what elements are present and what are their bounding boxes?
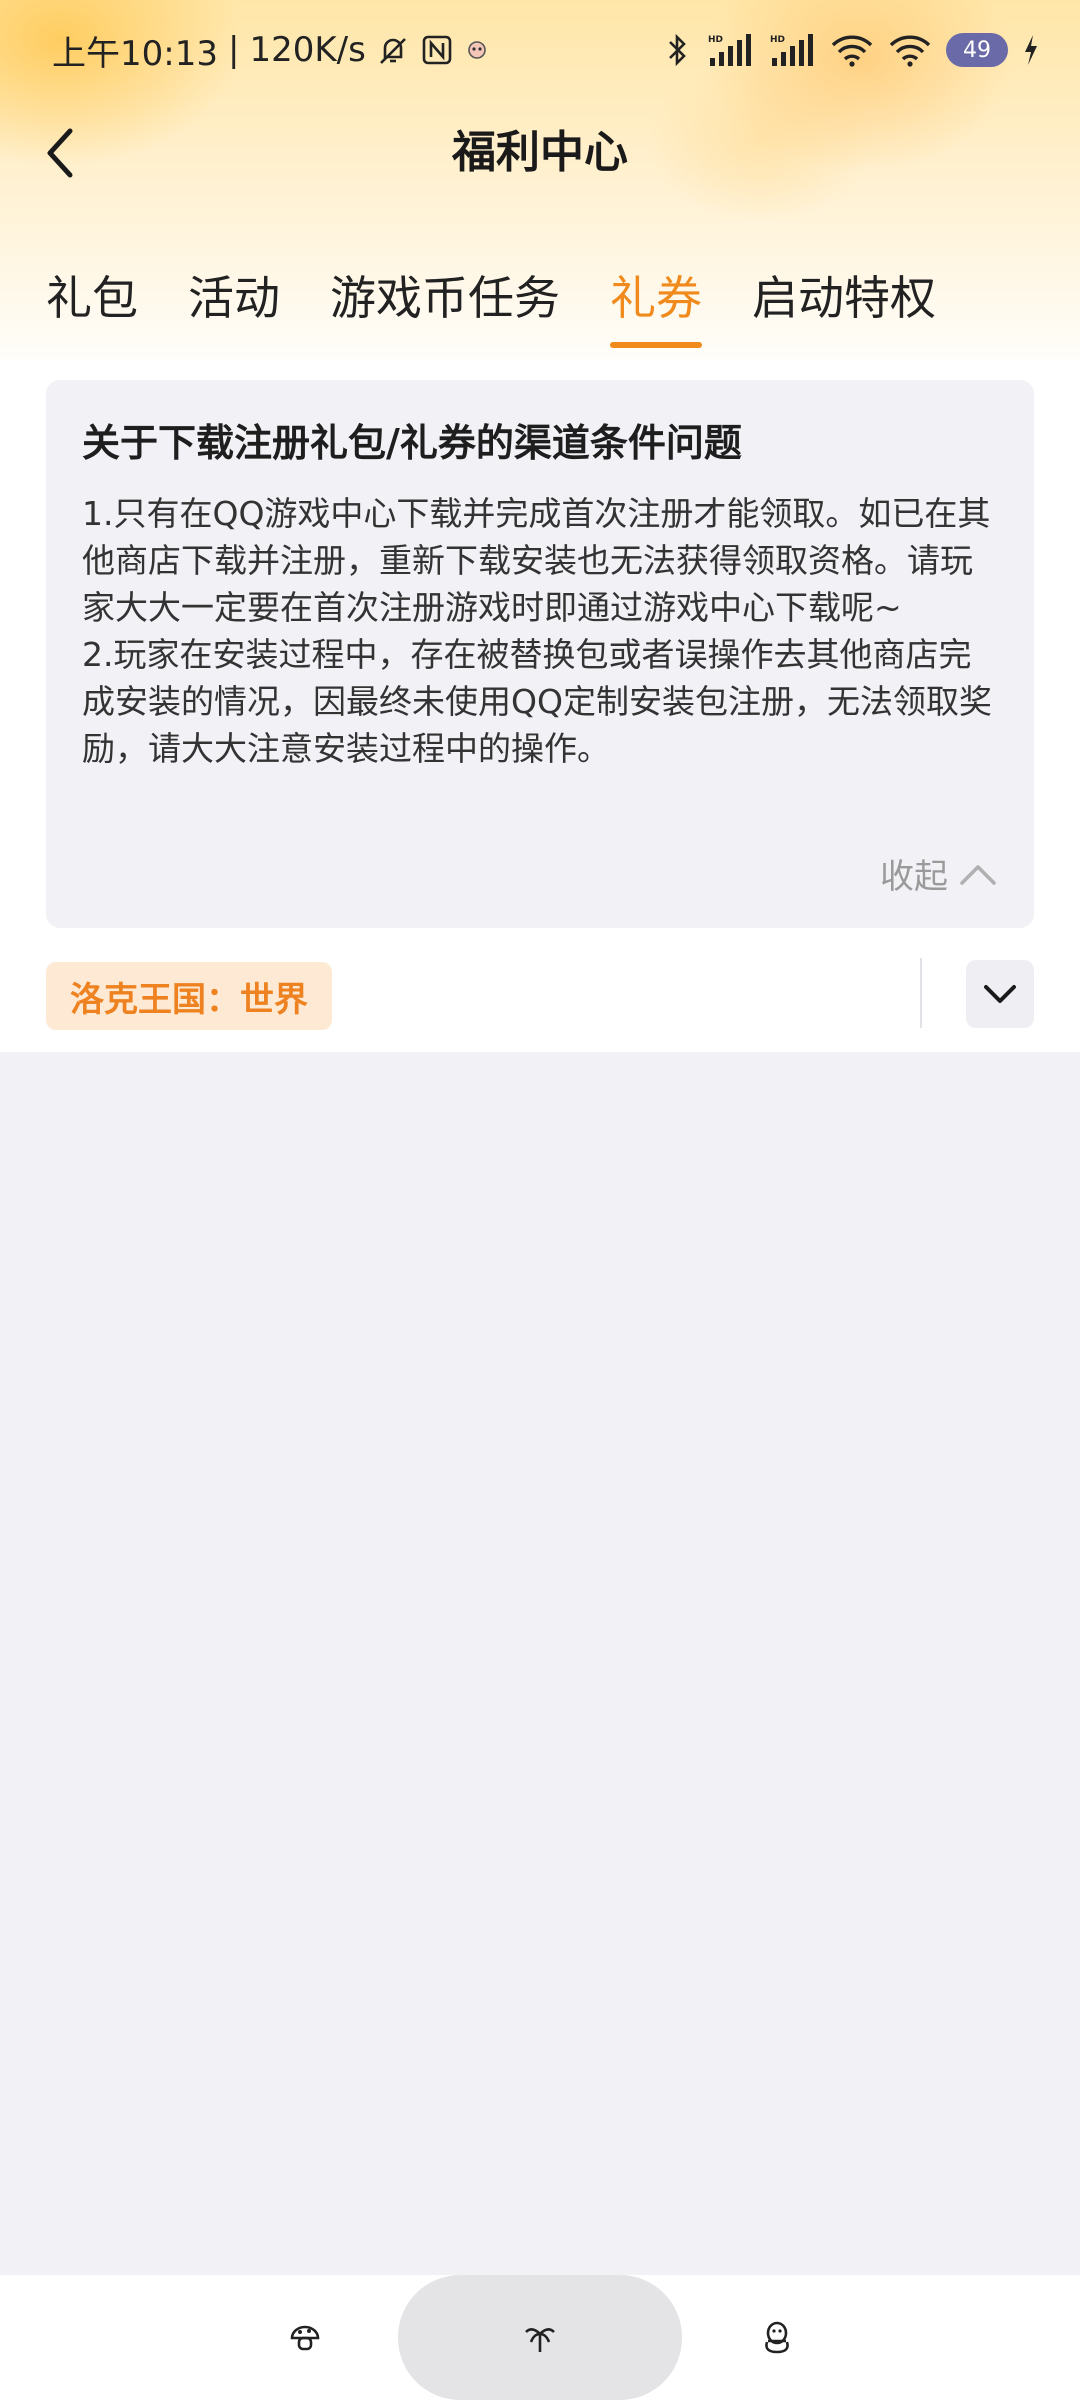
game-filter-chip[interactable]: 洛克王国：世界	[46, 962, 332, 1030]
back-arrow-icon	[47, 128, 73, 178]
mushroom-icon	[290, 2325, 320, 2350]
collapse-button[interactable]: 收起	[880, 849, 998, 898]
svg-text:HD: HD	[708, 35, 723, 45]
signal-hd-2-icon: HD	[768, 32, 816, 68]
status-right: HD HD 49	[664, 31, 1040, 69]
charging-icon	[1022, 33, 1040, 67]
status-left: 上午10:13 | 120K/s	[52, 26, 490, 75]
filter-divider	[920, 958, 922, 1028]
tab-vouchers[interactable]: 礼券	[610, 258, 702, 348]
notice-body: 1.只有在QQ游戏中心下载并完成首次注册才能领取。如已在其他商店下载并注册，重新…	[82, 490, 998, 772]
notice-paragraph: 2.玩家在安装过程中，存在被替换包或者误操作去其他商店完成安装的情况，因最终未使…	[82, 635, 992, 768]
penguin-icon	[765, 2321, 789, 2353]
tab-game-coin-tasks[interactable]: 游戏币任务	[330, 258, 560, 338]
back-button[interactable]	[30, 118, 90, 188]
status-time: 上午10:13	[52, 33, 218, 74]
svg-text:HD: HD	[770, 35, 785, 45]
network-speed: 120K/s	[249, 30, 366, 70]
tab-bar: 礼包 活动 游戏币任务 礼券 启动特权	[46, 258, 986, 348]
bluetooth-icon	[664, 31, 692, 69]
palm-tree-icon	[525, 2327, 555, 2352]
welfare-center-screen: 上午10:13 | 120K/s HD HD 49 福利中心 礼包 活动 游戏币…	[0, 0, 1080, 2400]
notice-title: 关于下载注册礼包/礼券的渠道条件问题	[82, 421, 742, 465]
tab-launch-privileges[interactable]: 启动特权	[752, 258, 936, 338]
chevron-up-icon	[960, 864, 996, 885]
game-dropdown-button[interactable]	[966, 960, 1034, 1028]
notice-paragraph: 1.只有在QQ游戏中心下载并完成首次注册才能领取。如已在其他商店下载并注册，重新…	[82, 494, 991, 627]
nav-button-center[interactable]	[398, 2275, 682, 2400]
wifi-2-icon	[888, 33, 932, 67]
collapse-label: 收起	[880, 857, 948, 897]
bottom-navigation	[0, 2275, 1080, 2400]
battery-indicator: 49	[946, 33, 1008, 67]
wifi-1-icon	[830, 33, 874, 67]
tab-gift-pack[interactable]: 礼包	[46, 258, 138, 338]
mute-bell-icon	[376, 33, 410, 67]
tab-events[interactable]: 活动	[188, 258, 280, 338]
status-bar: 上午10:13 | 120K/s HD HD 49	[0, 0, 1080, 100]
nav-button-right[interactable]	[722, 2275, 832, 2400]
app-notification-icon	[464, 37, 490, 63]
nav-button-left[interactable]	[250, 2275, 360, 2400]
notice-card: 关于下载注册礼包/礼券的渠道条件问题 1.只有在QQ游戏中心下载并完成首次注册才…	[46, 380, 1034, 928]
nfc-icon	[420, 33, 454, 67]
status-separator: |	[227, 30, 240, 70]
chevron-down-icon	[984, 985, 1016, 1003]
signal-hd-1-icon: HD	[706, 32, 754, 68]
